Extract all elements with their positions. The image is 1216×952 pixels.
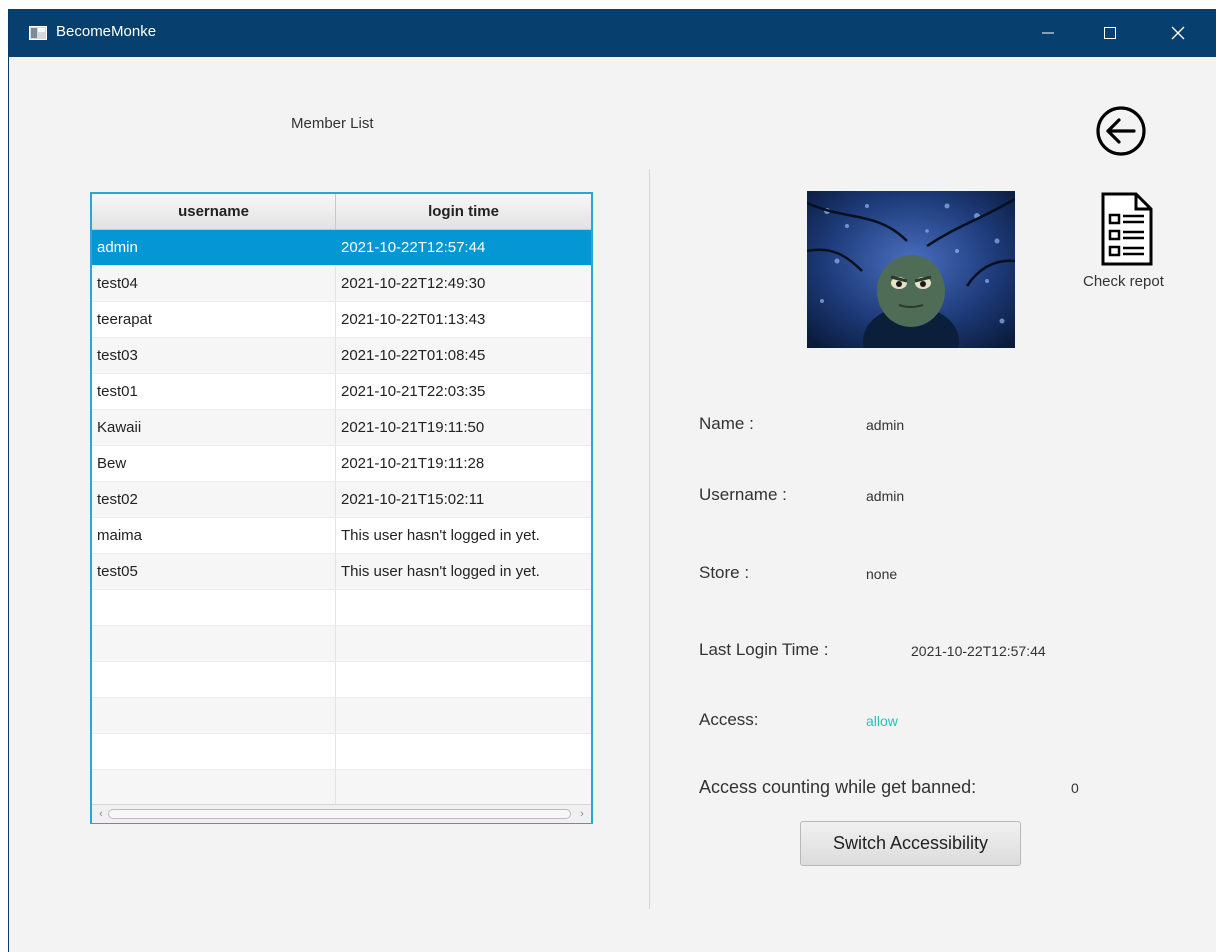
- cell-username: test03: [92, 338, 336, 373]
- cell-login-time: [336, 662, 591, 697]
- cell-username: Kawaii: [92, 410, 336, 445]
- table-body: admin 2021-10-22T12:57:44 test04 2021-10-22…: [92, 230, 591, 806]
- access-label: Access:: [699, 710, 759, 729]
- table-row[interactable]: test04 2021-10-22T12:49:30: [92, 266, 591, 302]
- table-row[interactable]: [92, 626, 591, 662]
- store-label: Store :: [699, 563, 750, 582]
- access-count-label: Access counting while get banned:: [699, 777, 977, 797]
- access-value: allow: [866, 713, 898, 729]
- last-login-label: Last Login Time :: [699, 640, 829, 659]
- column-header-username[interactable]: username: [92, 194, 336, 229]
- cell-username: test02: [92, 482, 336, 517]
- access-count-value: 0: [1071, 780, 1079, 796]
- member-list-title: Member List: [291, 115, 374, 132]
- cell-username: maima: [92, 518, 336, 553]
- cell-login-time: 2021-10-21T22:03:35: [341, 383, 486, 400]
- scrollbar-thumb[interactable]: [108, 809, 571, 819]
- horizontal-scrollbar[interactable]: ‹ ›: [92, 804, 591, 823]
- cell-login-time: 2021-10-22T12:49:30: [341, 275, 486, 292]
- table-row[interactable]: Bew 2021-10-21T19:11:28: [92, 446, 591, 482]
- maximize-icon: [1104, 27, 1116, 39]
- cell-login-time: 2021-10-21T19:11:50: [341, 419, 485, 436]
- cell-login-time: [336, 770, 591, 805]
- table-header: username login time: [92, 194, 591, 230]
- cell-username: [92, 734, 336, 769]
- cell-username: Bew: [92, 446, 336, 481]
- minimize-button[interactable]: [1025, 9, 1071, 57]
- table-row[interactable]: [92, 734, 591, 770]
- cell-username: [92, 626, 336, 661]
- cell-username: admin: [92, 230, 336, 265]
- last-login-value: 2021-10-22T12:57:44: [911, 643, 1046, 659]
- cell-login-time: This user hasn't logged in yet.: [341, 563, 540, 580]
- close-icon: [1171, 26, 1185, 40]
- cell-username: [92, 698, 336, 733]
- window-title: BecomeMonke: [56, 23, 157, 40]
- member-table[interactable]: username login time admin 2021-10-22T12:5…: [90, 192, 593, 824]
- switch-accessibility-button[interactable]: Switch Accessibility: [800, 821, 1021, 866]
- table-row[interactable]: test05 This user hasn't logged in yet.: [92, 554, 591, 590]
- table-row[interactable]: test02 2021-10-21T15:02:11: [92, 482, 591, 518]
- app-icon: [29, 26, 47, 40]
- profile-image: [807, 191, 1015, 348]
- close-button[interactable]: [1155, 9, 1201, 57]
- cell-login-time: [336, 698, 591, 733]
- username-label: Username :: [699, 485, 787, 504]
- vertical-divider: [649, 169, 650, 909]
- minimize-icon: [1042, 32, 1054, 34]
- cell-login-time: 2021-10-22T01:13:43: [341, 311, 486, 328]
- table-row[interactable]: test01 2021-10-21T22:03:35: [92, 374, 591, 410]
- store-value: none: [866, 566, 898, 582]
- title-bar[interactable]: BecomeMonke: [9, 9, 1216, 57]
- cell-username: [92, 662, 336, 697]
- cell-login-time: This user hasn't logged in yet.: [341, 527, 540, 544]
- app-window: BecomeMonke Member List username login t…: [8, 9, 1216, 952]
- column-header-login-time[interactable]: login time: [336, 194, 591, 229]
- table-row[interactable]: test03 2021-10-22T01:08:45: [92, 338, 591, 374]
- check-report-label[interactable]: Check repot: [1083, 273, 1164, 290]
- cell-username: test04: [92, 266, 336, 301]
- table-row[interactable]: maima This user hasn't logged in yet.: [92, 518, 591, 554]
- table-row[interactable]: [92, 590, 591, 626]
- report-document-icon[interactable]: [1098, 191, 1156, 267]
- table-row[interactable]: Kawaii 2021-10-21T19:11:50: [92, 410, 591, 446]
- cell-login-time: 2021-10-21T15:02:11: [341, 491, 485, 508]
- maximize-button[interactable]: [1087, 9, 1133, 57]
- cell-login-time: [336, 626, 591, 661]
- cell-username: [92, 590, 336, 625]
- username-value: admin: [866, 488, 905, 504]
- name-label: Name :: [699, 414, 754, 433]
- cell-login-time: [336, 590, 591, 625]
- cell-username: test05: [92, 554, 336, 589]
- name-value: admin: [866, 417, 905, 433]
- scroll-right-icon[interactable]: ›: [575, 806, 589, 822]
- scroll-left-icon[interactable]: ‹: [94, 806, 108, 822]
- cell-username: [92, 770, 336, 805]
- cell-login-time: [336, 734, 591, 769]
- table-row[interactable]: teerapat 2021-10-22T01:13:43: [92, 302, 591, 338]
- cell-username: teerapat: [92, 302, 336, 337]
- back-arrow-icon[interactable]: [1095, 105, 1147, 157]
- table-row[interactable]: admin 2021-10-22T12:57:44: [92, 230, 591, 266]
- cell-login-time: 2021-10-22T12:57:44: [341, 239, 486, 256]
- table-row[interactable]: [92, 662, 591, 698]
- cell-login-time: 2021-10-21T19:11:28: [341, 455, 485, 472]
- table-row[interactable]: [92, 698, 591, 734]
- cell-login-time: 2021-10-22T01:08:45: [341, 347, 486, 364]
- cell-username: test01: [92, 374, 336, 409]
- table-row[interactable]: [92, 770, 591, 806]
